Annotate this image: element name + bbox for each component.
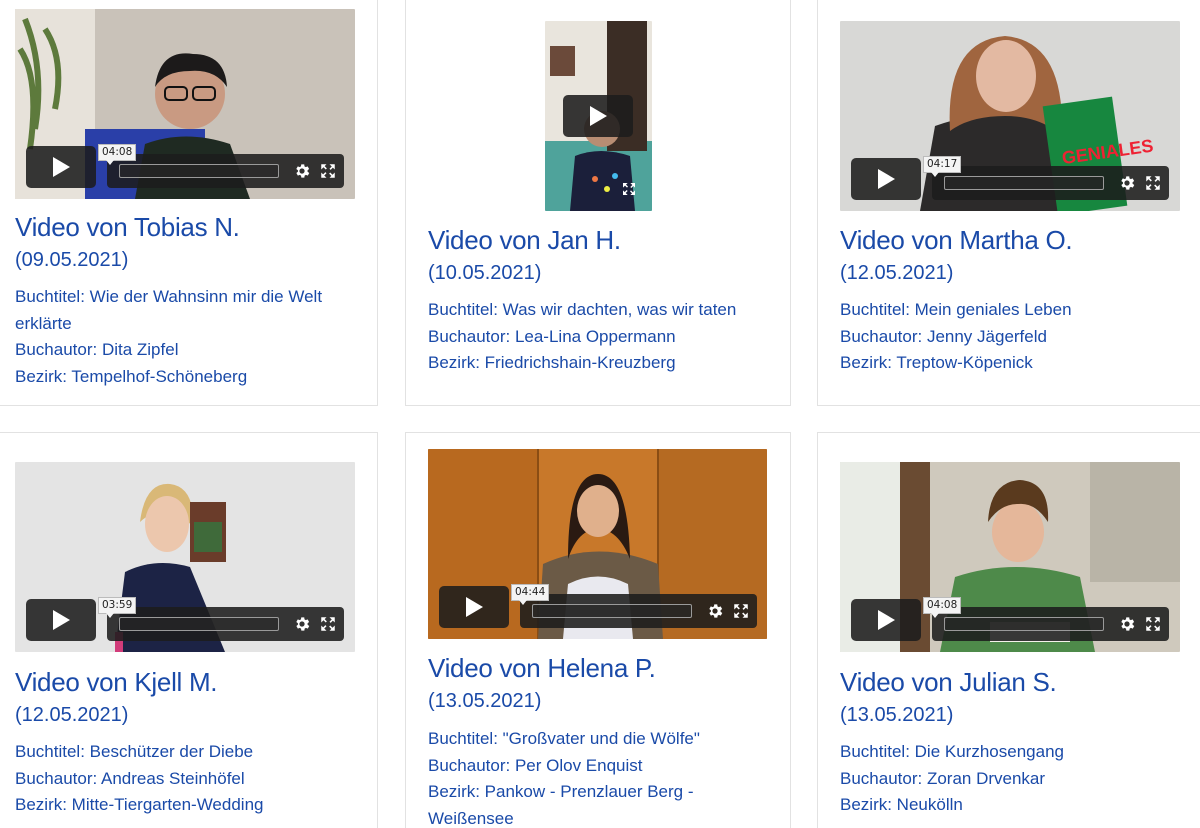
play-icon — [51, 609, 71, 631]
fullscreen-icon[interactable] — [732, 602, 750, 620]
book-title: Buchtitel: Mein geniales Leben — [840, 300, 1072, 319]
duration-tooltip: 04:17 — [923, 156, 962, 177]
gear-icon[interactable] — [1118, 174, 1136, 192]
video-player-helena[interactable]: 04:44 — [428, 449, 767, 639]
district: Bezirk: Neukölln — [840, 795, 963, 814]
progress-track[interactable] — [119, 617, 279, 631]
fullscreen-icon[interactable] — [621, 181, 637, 197]
progress-track[interactable] — [944, 176, 1104, 190]
video-meta: Buchtitel: "Großvater und die Wölfe" Buc… — [428, 726, 748, 828]
video-controls-bar — [107, 607, 344, 641]
video-title[interactable]: Video von Helena P. — [428, 653, 656, 683]
district: Bezirk: Tempelhof-Schöneberg — [15, 366, 248, 386]
play-button[interactable] — [26, 599, 96, 641]
book-author: Buchautor: Lea-Lina Oppermann — [428, 326, 676, 346]
video-player-tobias[interactable]: 04:08 — [15, 9, 355, 199]
book-author: Buchautor: Dita Zipfel — [15, 340, 179, 359]
play-icon — [464, 596, 484, 618]
gear-icon[interactable] — [706, 602, 724, 620]
play-icon — [51, 156, 71, 178]
video-title[interactable]: Video von Tobias N. — [15, 212, 240, 242]
progress-track[interactable] — [944, 617, 1104, 631]
book-author: Buchautor: Per Olov Enquist — [428, 755, 643, 775]
play-icon — [876, 168, 896, 190]
district: Bezirk: Pankow - Prenzlauer Berg - Weiße… — [428, 782, 694, 828]
play-icon — [588, 105, 608, 127]
video-date: (12.05.2021) — [840, 262, 954, 284]
play-icon — [876, 609, 896, 631]
book-title: Buchtitel: Die Kurzhosengang — [840, 742, 1064, 761]
video-player-kjell[interactable]: 03:59 — [15, 462, 355, 652]
progress-track[interactable] — [532, 604, 692, 618]
video-meta: Buchtitel: Die Kurzhosengang Buchautor: … — [840, 739, 1185, 819]
video-date: (10.05.2021) — [428, 262, 542, 284]
video-title[interactable]: Video von Jan H. — [428, 225, 621, 255]
progress-track[interactable] — [119, 164, 279, 178]
book-title: Buchtitel: "Großvater und die Wölfe" — [428, 729, 700, 748]
video-controls-bar — [932, 607, 1169, 641]
duration-tooltip: 03:59 — [98, 597, 137, 618]
book-author: Buchautor: Andreas Steinhöfel — [15, 768, 245, 788]
book-title: Buchtitel: Wie der Wahnsinn mir die Welt… — [15, 287, 323, 333]
book-author: Buchautor: Zoran Drvenkar — [840, 768, 1046, 788]
video-meta: Buchtitel: Was wir dachten, was wir tate… — [428, 297, 778, 377]
duration-tooltip: 04:08 — [923, 597, 962, 618]
book-title: Buchtitel: Was wir dachten, was wir tate… — [428, 300, 737, 319]
video-player-martha[interactable]: GENIALES 04:17 — [840, 21, 1180, 211]
duration-tooltip: 04:44 — [511, 584, 550, 605]
district: Bezirk: Treptow-Köpenick — [840, 353, 1033, 372]
fullscreen-icon[interactable] — [319, 615, 337, 633]
play-button[interactable] — [439, 586, 509, 628]
video-controls-bar — [520, 594, 757, 628]
video-date: (13.05.2021) — [840, 704, 954, 726]
district: Bezirk: Friedrichshain-Kreuzberg — [428, 353, 676, 372]
gear-icon[interactable] — [1118, 615, 1136, 633]
play-button[interactable] — [851, 599, 921, 641]
play-button[interactable] — [26, 146, 96, 188]
video-meta: Buchtitel: Beschützer der Diebe Buchauto… — [15, 739, 360, 819]
video-controls-bar — [932, 166, 1169, 200]
video-meta: Buchtitel: Mein geniales Leben Buchautor… — [840, 297, 1185, 377]
book-title: Buchtitel: Beschützer der Diebe — [15, 742, 254, 761]
play-button[interactable] — [851, 158, 921, 200]
fullscreen-icon[interactable] — [1144, 615, 1162, 633]
video-player-julian[interactable]: 04:08 — [840, 462, 1180, 652]
video-title[interactable]: Video von Kjell M. — [15, 667, 218, 697]
district: Bezirk: Mitte-Tiergarten-Wedding — [15, 795, 264, 814]
fullscreen-icon[interactable] — [1144, 174, 1162, 192]
gear-icon[interactable] — [293, 615, 311, 633]
duration-tooltip: 04:08 — [98, 144, 137, 165]
video-controls-bar — [107, 154, 344, 188]
fullscreen-icon[interactable] — [319, 162, 337, 180]
book-author: Buchautor: Jenny Jägerfeld — [840, 326, 1047, 346]
gear-icon[interactable] — [293, 162, 311, 180]
video-player-jan[interactable] — [545, 21, 652, 211]
video-meta: Buchtitel: Wie der Wahnsinn mir die Welt… — [15, 284, 360, 390]
video-date: (09.05.2021) — [15, 249, 129, 271]
play-button[interactable] — [563, 95, 633, 137]
video-title[interactable]: Video von Julian S. — [840, 667, 1057, 697]
video-date: (12.05.2021) — [15, 704, 129, 726]
video-title[interactable]: Video von Martha O. — [840, 225, 1073, 255]
video-date: (13.05.2021) — [428, 690, 542, 712]
